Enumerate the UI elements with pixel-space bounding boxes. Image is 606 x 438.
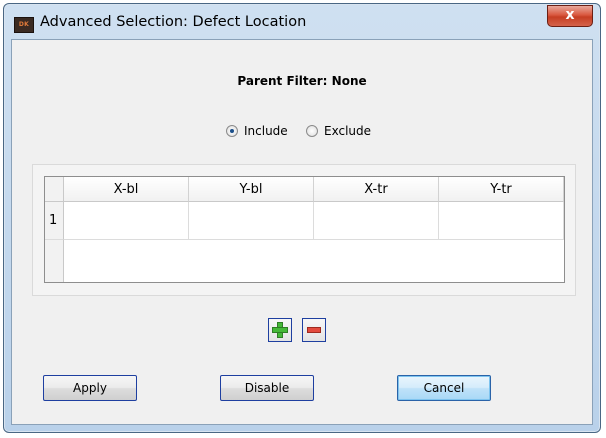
plus-icon — [272, 322, 288, 338]
dialog-body: Parent Filter: None Include Exclude X-bl… — [11, 39, 593, 425]
cancel-button[interactable]: Cancel — [397, 375, 491, 401]
remove-row-button[interactable] — [302, 318, 326, 342]
column-header-y-tr[interactable]: Y-tr — [439, 177, 564, 202]
exclude-radio-label[interactable]: Exclude — [324, 124, 371, 138]
dialog-window: DK Advanced Selection: Defect Location x… — [3, 3, 601, 433]
apply-button[interactable]: Apply — [43, 375, 137, 401]
cell-y-tr[interactable] — [439, 202, 564, 240]
grid-corner[interactable] — [45, 177, 64, 202]
include-radio[interactable] — [226, 125, 238, 137]
location-table-panel: X-bl Y-bl X-tr Y-tr 1 — [32, 164, 576, 296]
minus-icon — [307, 327, 321, 333]
exclude-radio[interactable] — [306, 125, 318, 137]
row-header-1[interactable]: 1 — [45, 202, 64, 240]
include-radio-label[interactable]: Include — [244, 124, 288, 138]
cell-x-bl[interactable] — [64, 202, 189, 240]
column-header-x-tr[interactable]: X-tr — [314, 177, 439, 202]
empty-row-gutter — [45, 240, 64, 282]
window-title: Advanced Selection: Defect Location — [40, 14, 307, 30]
column-header-y-bl[interactable]: Y-bl — [189, 177, 314, 202]
close-icon: x — [565, 7, 575, 23]
title-bar[interactable]: DK Advanced Selection: Defect Location x — [4, 4, 600, 39]
close-button[interactable]: x — [547, 5, 593, 27]
cell-y-bl[interactable] — [189, 202, 314, 240]
add-row-button[interactable] — [268, 318, 292, 342]
location-grid: X-bl Y-bl X-tr Y-tr 1 — [44, 176, 565, 283]
column-header-x-bl[interactable]: X-bl — [64, 177, 189, 202]
app-logo-icon: DK — [14, 17, 34, 33]
parent-filter-label: Parent Filter: None — [237, 74, 367, 88]
cell-x-tr[interactable] — [314, 202, 439, 240]
disable-button[interactable]: Disable — [220, 375, 314, 401]
